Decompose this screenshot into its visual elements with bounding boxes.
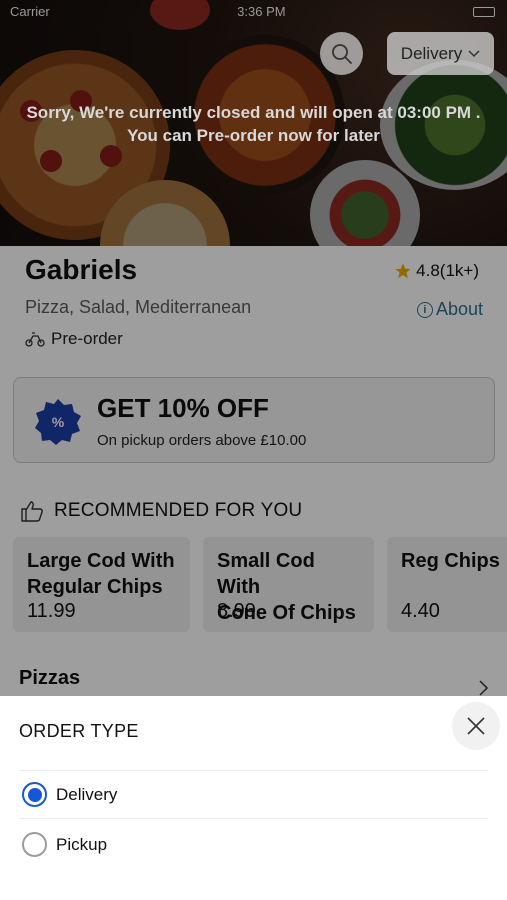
clock: 3:36 PM (237, 4, 286, 19)
radio-selected[interactable] (22, 782, 47, 807)
order-type-dropdown[interactable]: Delivery (387, 32, 494, 75)
radio-unselected[interactable] (22, 832, 47, 857)
order-type-option-delivery[interactable]: Delivery (22, 782, 117, 807)
option-label: Pickup (56, 834, 108, 854)
sheet-title: ORDER TYPE (19, 721, 139, 741)
order-type-sheet: ORDER TYPE Delivery Pickup (0, 696, 507, 900)
divider (19, 770, 488, 771)
closed-message: Sorry, We're currently closed and will o… (0, 101, 507, 147)
divider (19, 818, 488, 819)
closed-message-line1: Sorry, We're currently closed and will o… (26, 103, 481, 122)
close-button[interactable] (452, 702, 500, 750)
status-bar: Carrier 3:36 PM (10, 4, 495, 22)
chevron-down-icon (468, 49, 480, 57)
order-type-dropdown-label: Delivery (400, 43, 463, 63)
order-type-option-pickup[interactable]: Pickup (22, 832, 107, 857)
close-icon (467, 717, 485, 735)
carrier-label: Carrier (10, 4, 50, 19)
search-icon (331, 43, 352, 64)
closed-message-line2: You can Pre-order now for later (127, 126, 380, 145)
battery-icon (473, 7, 495, 17)
option-label: Delivery (56, 784, 118, 804)
search-button[interactable] (320, 32, 363, 75)
restaurant-hero: Carrier 3:36 PM Delivery Sorry, We're cu… (0, 0, 507, 246)
modal-backdrop[interactable] (0, 246, 507, 696)
